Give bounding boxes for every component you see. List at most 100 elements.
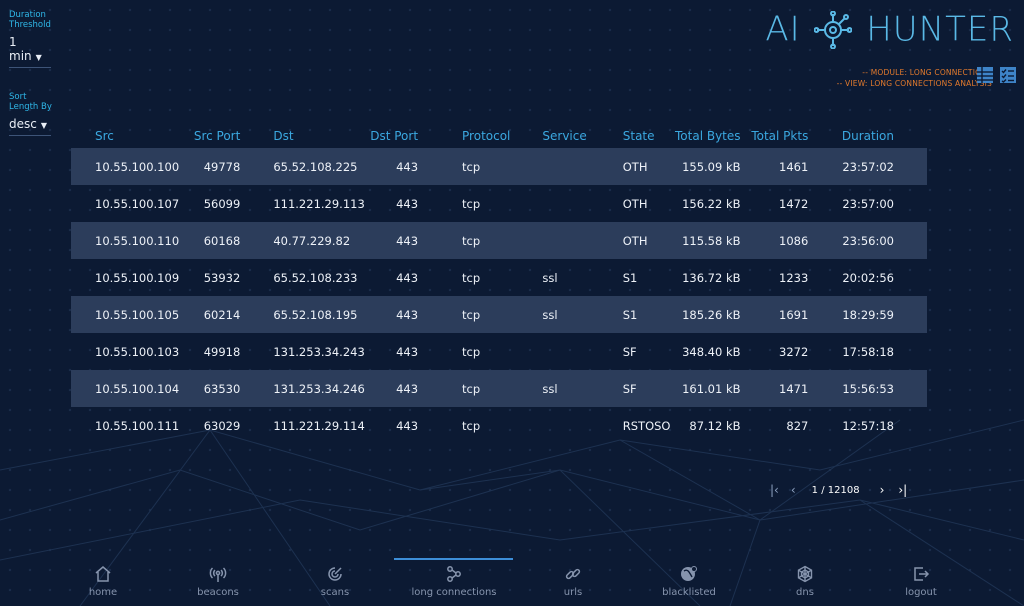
- header-dst-port[interactable]: Dst Port: [365, 107, 430, 148]
- header-total-bytes[interactable]: Total Bytes: [670, 107, 750, 148]
- cell-dst-port: 443: [396, 196, 419, 211]
- next-page-button[interactable]: ›: [880, 483, 885, 497]
- cell-total-pkts: 1471: [750, 370, 817, 407]
- cell-service: ssl: [510, 296, 587, 333]
- cell-protocol: tcp: [430, 222, 511, 259]
- cell-service: ssl: [510, 370, 587, 407]
- cell-protocol: tcp: [462, 270, 481, 285]
- cell-state: SF: [586, 370, 671, 407]
- module-info: -- MODULE: LONG CONNECTIONS -- VIEW: LON…: [837, 67, 992, 89]
- table-view-icon[interactable]: [976, 66, 994, 84]
- sort-value: desc: [9, 117, 37, 131]
- cell-duration: 17:58:18: [842, 344, 894, 359]
- cell-total-pkts: 1691: [750, 296, 817, 333]
- table-row[interactable]: 10.55.100.107 56099 111.221.29.113 443 tcp OT…: [71, 185, 927, 222]
- cell-state: OTH: [586, 148, 671, 185]
- cell-src-port: 56099: [203, 196, 241, 211]
- duration-threshold-dropdown[interactable]: 1 min ▼: [9, 35, 51, 68]
- duration-label-line1: Duration: [9, 10, 46, 20]
- cell-src-port: 49778: [179, 148, 246, 185]
- nav-dns[interactable]: dns: [750, 565, 860, 598]
- duration-value: 1 min: [9, 35, 32, 63]
- sort-label-line1: Sort: [9, 92, 27, 102]
- header-dst[interactable]: Dst: [245, 107, 364, 148]
- nav-scans[interactable]: scans: [280, 565, 390, 598]
- cell-src-port: 60168: [179, 222, 246, 259]
- nav-long-connections[interactable]: long connections: [399, 565, 509, 598]
- nav-urls-label: urls: [563, 587, 583, 598]
- ai-hunter-logo: AI HUNTER: [765, 8, 1014, 50]
- table-row[interactable]: 10.55.100.103 49918 131.253.34.243 443 tcp SF…: [71, 333, 927, 370]
- cell-dst-port: 443: [396, 270, 419, 285]
- cell-src-port: 53932: [203, 270, 241, 285]
- nav-scans-label: scans: [320, 587, 350, 598]
- nav-logout[interactable]: logout: [866, 565, 976, 598]
- cell-dst: 65.52.108.225: [245, 148, 365, 185]
- cell-duration: 23:57:02: [816, 148, 927, 185]
- cell-duration: 23:56:00: [816, 222, 927, 259]
- long-connections-icon: [447, 566, 461, 582]
- cell-protocol: tcp: [462, 418, 481, 433]
- cell-service: [510, 185, 586, 222]
- page-indicator: 1 / 12108: [811, 484, 860, 496]
- sort-filter: Sort Length By desc ▼: [9, 92, 69, 136]
- header-src[interactable]: Src: [71, 107, 179, 148]
- cell-dst: 131.253.34.243: [273, 344, 365, 359]
- table-row[interactable]: 10.55.100.104 63530 131.253.34.246 443 tcp ss…: [71, 370, 927, 407]
- cell-src: 10.55.100.109: [95, 270, 180, 285]
- cell-src: 10.55.100.107: [95, 196, 180, 211]
- header-duration[interactable]: Duration: [816, 107, 927, 148]
- cell-src: 10.55.100.110: [71, 222, 180, 259]
- sort-label-line2: Length By: [9, 102, 52, 112]
- cell-total-bytes: 161.01 kB: [670, 370, 751, 407]
- table-row[interactable]: 10.55.100.105 60214 65.52.108.195 443 tcp ssl…: [71, 296, 927, 333]
- cell-src-port: 49918: [203, 344, 241, 359]
- cell-service: [510, 333, 586, 370]
- table-row[interactable]: 10.55.100.111 63029 111.221.29.114 443 tcp RS…: [71, 407, 927, 444]
- cell-src-port: 63029: [203, 418, 241, 433]
- cell-total-pkts: 1233: [779, 270, 809, 285]
- table-row[interactable]: 10.55.100.109 53932 65.52.108.233 443 tcp ssl…: [71, 259, 927, 296]
- cell-total-pkts: 3272: [779, 344, 809, 359]
- cell-service: [510, 148, 587, 185]
- cell-src: 10.55.100.103: [95, 344, 180, 359]
- header-total-pkts[interactable]: Total Pkts: [751, 107, 817, 148]
- scan-icon: [328, 567, 342, 581]
- cell-dst-port: 443: [364, 296, 431, 333]
- cell-service: [510, 407, 586, 444]
- nav-home-label: home: [88, 587, 118, 598]
- nav-blacklisted[interactable]: blacklisted: [634, 565, 744, 598]
- dns-network-icon: [797, 565, 813, 583]
- last-page-button[interactable]: ›|: [898, 483, 907, 497]
- header-protocol[interactable]: Protocol: [430, 107, 510, 148]
- cell-duration: 12:57:18: [842, 418, 894, 433]
- cell-total-bytes: 115.58 kB: [670, 222, 751, 259]
- duration-filter: Duration Threshold 1 min ▼: [9, 10, 69, 68]
- table-row[interactable]: 10.55.100.100 49778 65.52.108.225 443 tcp OTH…: [71, 148, 927, 185]
- cell-total-pkts: 1086: [750, 222, 817, 259]
- checklist-view-icon[interactable]: [999, 66, 1017, 84]
- cell-src-port: 63530: [179, 370, 246, 407]
- table-row[interactable]: 10.55.100.110 60168 40.77.229.82 443 tcp OTH 1…: [71, 222, 927, 259]
- cell-state: OTH: [622, 196, 648, 211]
- header-service[interactable]: Service: [510, 107, 586, 148]
- nav-urls[interactable]: urls: [518, 565, 628, 598]
- duration-label-line2: Threshold: [9, 20, 51, 30]
- cell-service: ssl: [542, 270, 558, 285]
- nav-home[interactable]: home: [48, 565, 158, 598]
- sort-length-dropdown[interactable]: desc ▼: [9, 117, 51, 136]
- cell-protocol: tcp: [430, 296, 511, 333]
- logo-network-icon: [813, 10, 853, 49]
- header-src-port[interactable]: Src Port: [179, 107, 245, 148]
- cell-duration: 18:29:59: [816, 296, 927, 333]
- cell-dst: 111.221.29.113: [273, 196, 365, 211]
- cell-dst-port: 443: [396, 418, 419, 433]
- cell-protocol: tcp: [462, 196, 481, 211]
- cell-dst-port: 443: [396, 344, 419, 359]
- first-page-button[interactable]: |‹: [770, 483, 779, 497]
- active-nav-indicator: [394, 558, 513, 560]
- caret-down-icon: ▼: [35, 53, 42, 62]
- previous-page-button[interactable]: ‹: [791, 483, 796, 497]
- nav-beacons[interactable]: beacons: [163, 565, 273, 598]
- header-state[interactable]: State: [587, 107, 671, 148]
